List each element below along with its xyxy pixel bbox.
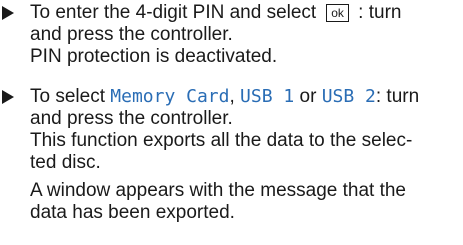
result-line: A window appears with the message that t… xyxy=(30,180,407,201)
separator-text: or xyxy=(294,86,322,107)
menu-item-usb-2: USB 2 xyxy=(321,86,376,107)
result-line: data has been exported. xyxy=(30,202,235,223)
instruction-text: : turn xyxy=(375,86,420,107)
instruction-text: : turn xyxy=(352,2,402,23)
result-line: ted disc. xyxy=(30,152,101,173)
ok-button-symbol: ok xyxy=(326,4,349,22)
right-triangle-bullet-icon xyxy=(2,90,14,104)
separator-text: , xyxy=(229,86,241,107)
instruction-line: and press the controller. xyxy=(30,108,233,129)
instruction-text: To enter the 4-digit PIN and select xyxy=(30,2,317,23)
right-triangle-bullet-icon xyxy=(2,6,14,20)
instruction-step-body: To enter the 4-digit PIN and select ok : … xyxy=(30,2,460,68)
result-line: PIN protection is deactivated. xyxy=(30,46,278,67)
instruction-page: To enter the 4-digit PIN and select ok : … xyxy=(0,0,463,245)
instruction-line: To select Memory Card, USB 1 or USB 2: t… xyxy=(30,86,460,108)
instruction-line: To enter the 4-digit PIN and select ok : … xyxy=(30,2,460,24)
instruction-step-body: To select Memory Card, USB 1 or USB 2: t… xyxy=(30,86,460,224)
menu-item-usb-1: USB 1 xyxy=(240,86,295,107)
instruction-text: To select xyxy=(30,86,111,107)
instruction-line: and press the controller. xyxy=(30,24,233,45)
menu-item-memory-card: Memory Card xyxy=(110,86,230,107)
result-line: This function exports all the data to th… xyxy=(30,130,413,151)
